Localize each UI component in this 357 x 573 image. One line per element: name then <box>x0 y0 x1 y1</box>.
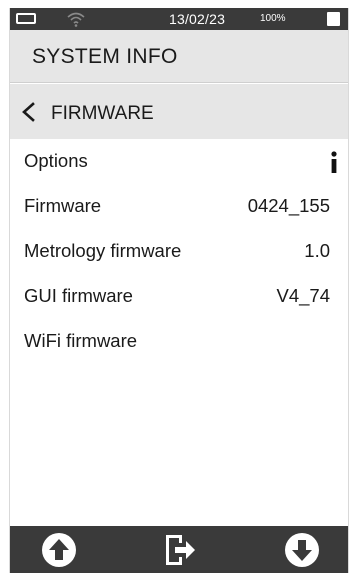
list-item-options[interactable]: Options <box>10 139 348 184</box>
battery-full-icon <box>327 12 340 26</box>
status-date: 13/02/23 <box>169 11 226 27</box>
arrow-up-circle-icon[interactable] <box>41 532 77 568</box>
info-icon[interactable] <box>330 151 338 173</box>
device-screen: 13/02/23 100% SYSTEM INFO FIRMWARE Optio… <box>9 8 349 573</box>
list-item-value: 1.0 <box>304 240 330 261</box>
list-item-gui-firmware: GUI firmware V4_74 <box>10 274 348 319</box>
list-item-label: Firmware <box>24 195 102 216</box>
list-item-value: V4_74 <box>276 285 331 306</box>
wifi-icon <box>67 12 85 27</box>
list-item-firmware: Firmware 0424_155 <box>10 184 348 229</box>
chevron-left-icon[interactable] <box>20 102 38 122</box>
list-item-metrology-firmware: Metrology firmware 1.0 <box>10 229 348 274</box>
exit-icon[interactable] <box>162 532 198 568</box>
bottom-nav-bar <box>10 526 348 573</box>
list-item-label: Metrology firmware <box>24 240 182 261</box>
list-item-value: 0424_155 <box>247 195 330 216</box>
page-header: SYSTEM INFO <box>10 30 348 83</box>
battery-percent: 100% <box>260 13 286 24</box>
list-item-label: GUI firmware <box>24 285 133 306</box>
section-header[interactable]: FIRMWARE <box>10 84 348 139</box>
list-item-wifi-firmware: WiFi firmware <box>10 319 348 364</box>
list-item-label: WiFi firmware <box>24 330 138 351</box>
firmware-list: Options Firmware 0424_155 Metrology firm… <box>10 139 348 364</box>
page-title: SYSTEM INFO <box>32 45 178 68</box>
list-item-label: Options <box>24 150 88 171</box>
section-title: FIRMWARE <box>51 103 154 124</box>
status-bar: 13/02/23 100% <box>10 8 348 30</box>
battery-icon <box>16 13 36 24</box>
arrow-down-circle-icon[interactable] <box>284 532 320 568</box>
